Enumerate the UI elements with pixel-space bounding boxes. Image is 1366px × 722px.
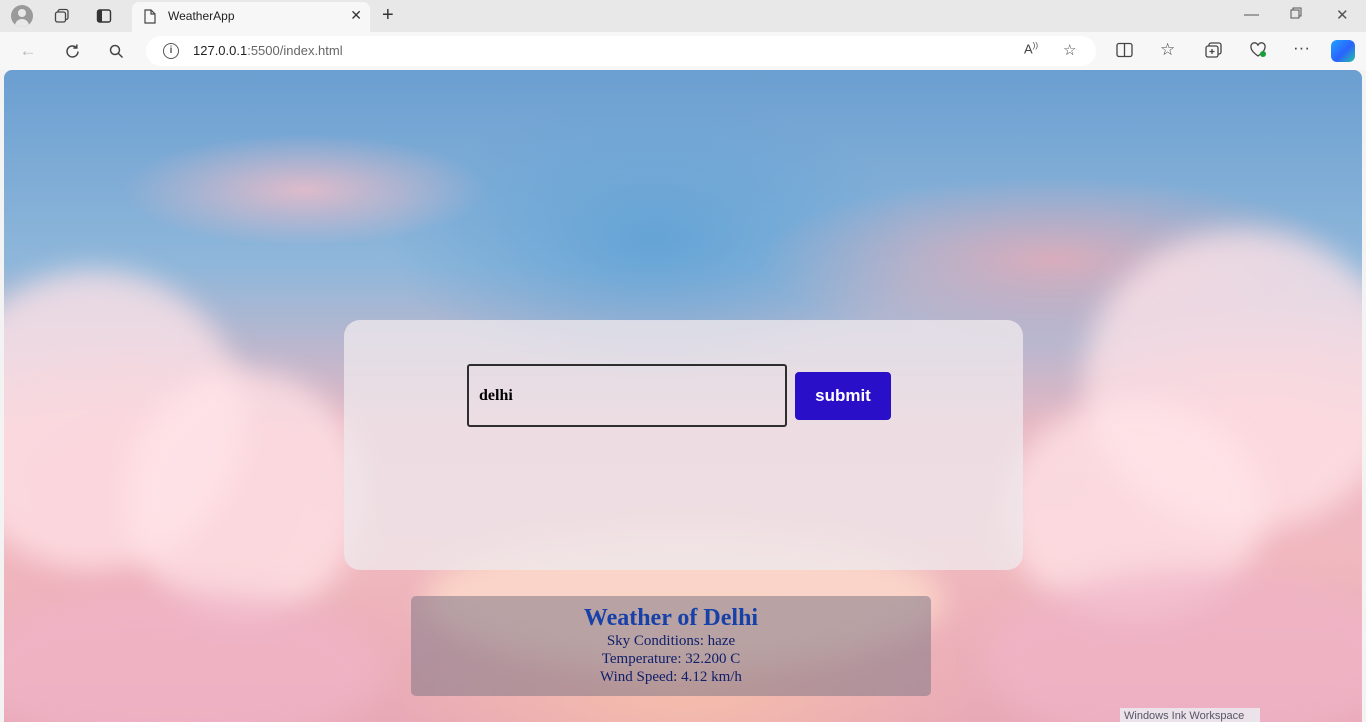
cloud-shape [124,370,364,620]
url-path: :5500/index.html [247,43,343,58]
collections-icon[interactable] [1205,42,1222,62]
tab-strip: WeatherApp ✕ + — ✕ [0,0,1366,32]
close-icon[interactable]: ✕ [350,7,362,24]
wind-speed: Wind Speed: 4.12 km/h [600,669,742,685]
url-text[interactable]: 127.0.0.1:5500/index.html [193,43,343,58]
browser-essentials-icon[interactable] [1249,42,1267,62]
info-icon[interactable]: i [163,43,179,59]
tab-title: WeatherApp [168,9,235,23]
weather-result-card: Weather of Delhi Sky Conditions: haze Te… [411,596,931,696]
sky-conditions: Sky Conditions: haze [606,633,736,649]
new-tab-icon[interactable]: + [382,4,394,27]
read-aloud-icon[interactable]: A)) [1024,41,1038,56]
restore-icon[interactable] [1290,6,1302,23]
cloud-shape [984,570,1362,722]
ink-workspace-label[interactable]: Windows Ink Workspace [1120,708,1260,722]
split-screen-icon[interactable] [1116,42,1133,62]
workspaces-icon[interactable] [51,5,73,27]
address-bar[interactable]: i 127.0.0.1:5500/index.html A)) ☆ [146,36,1096,66]
search-icon[interactable] [105,40,127,62]
close-window-icon[interactable]: ✕ [1336,6,1349,24]
address-toolbar: ← i 127.0.0.1:5500/index.html A)) ☆ ☆ ··… [0,32,1366,70]
favorites-icon[interactable]: ☆ [1160,40,1175,60]
cloud-shape [4,590,384,722]
favorite-icon[interactable]: ☆ [1063,41,1076,59]
url-host: 127.0.0.1 [193,43,248,58]
copilot-icon[interactable] [1331,40,1355,62]
weather-title: Weather of Delhi [583,605,759,631]
city-input[interactable] [467,364,787,427]
profile-icon[interactable] [11,5,33,27]
refresh-icon[interactable] [61,40,83,62]
tab-weatherapp[interactable]: WeatherApp ✕ [132,2,370,32]
submit-button[interactable]: submit [795,372,891,420]
search-card: submit [344,320,1023,570]
tab-actions-icon[interactable] [93,5,115,27]
page-icon [144,9,156,29]
minimize-icon[interactable]: — [1244,6,1259,23]
more-icon[interactable]: ··· [1293,38,1310,58]
back-icon[interactable]: ← [17,40,39,62]
temperature: Temperature: 32.200 C [601,651,741,667]
